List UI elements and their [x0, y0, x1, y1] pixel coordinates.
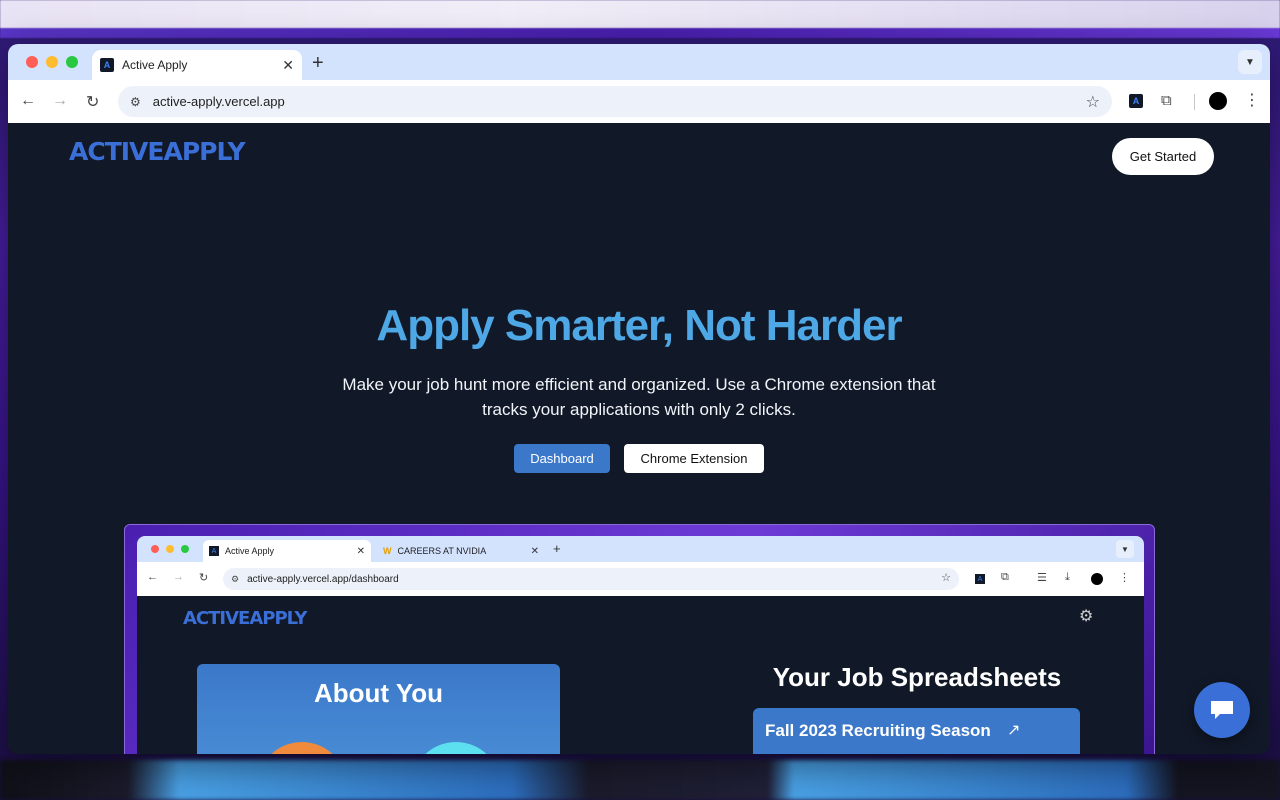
preview-new-tab-icon: + [553, 541, 561, 556]
chat-bubble-icon [1211, 701, 1233, 719]
preview-sheets-title: Your Job Spreadsheets [772, 662, 1062, 692]
preview-address-bar: ⚙ active-apply.vercel.app/dashboard ☆ [223, 568, 959, 590]
tab-strip: A Active Apply ✕ + ▼ [8, 44, 1270, 80]
preview-url: active-apply.vercel.app/dashboard [247, 573, 399, 585]
preview-toolbar: ← → ↻ ⚙ active-apply.vercel.app/dashboar… [137, 562, 1144, 596]
preview-download-icon: ⤓ [1065, 571, 1070, 583]
minimize-window-button[interactable] [46, 56, 58, 68]
reload-icon[interactable]: ↻ [86, 92, 99, 112]
preview-external-link-icon: ↗ [1007, 722, 1021, 739]
preview-site-settings-icon: ⚙ [231, 573, 240, 584]
browser-toolbar: ← → ↻ ⚙ active-apply.vercel.app ☆ A ⧉ ⋮ [8, 80, 1270, 123]
dashboard-button[interactable]: Dashboard [514, 444, 610, 473]
forward-arrow-icon[interactable]: → [52, 92, 68, 110]
bookmark-star-icon[interactable]: ☆ [1086, 92, 1100, 112]
preview-gear-icon: ⚙ [1079, 608, 1094, 625]
browser-menu-icon[interactable]: ⋮ [1244, 90, 1260, 110]
new-tab-icon[interactable]: + [312, 52, 324, 75]
url-text: active-apply.vercel.app [152, 94, 285, 109]
extensions-puzzle-icon[interactable]: ⧉ [1161, 92, 1172, 109]
preview-browser-window: A Active Apply ✕ W CAREERS AT NVIDIA ✕ +… [137, 536, 1144, 754]
preview-season-card: Fall 2023 Recruiting Season ↗ [753, 708, 1080, 754]
preview-logo: ACTIVEAPPLY [183, 608, 307, 629]
page-content: ACTIVEAPPLY Get Started Apply Smarter, N… [8, 123, 1270, 754]
tab-title: Active Apply [122, 58, 188, 72]
site-settings-icon[interactable]: ⚙ [130, 95, 141, 109]
desktop-bottom-backdrop [0, 760, 1280, 800]
desktop-top-backdrop [0, 0, 1280, 38]
chat-support-button[interactable] [1194, 682, 1250, 738]
preview-season-title: Fall 2023 Recruiting Season [765, 721, 991, 740]
preview-close-icon: ✕ [530, 545, 539, 557]
close-tab-icon[interactable]: ✕ [282, 57, 294, 74]
preview-tab-strip: A Active Apply ✕ W CAREERS AT NVIDIA ✕ +… [137, 536, 1144, 562]
preview-about-title: About You [313, 678, 443, 708]
preview-chevron-icon: ▼ [1116, 540, 1134, 558]
preview-dashboard-page: ACTIVEAPPLY ⚙ About You Your Job Spreads… [137, 596, 1144, 754]
preview-orange-chart-circle [257, 742, 347, 754]
preview-favicon-icon: A [209, 546, 219, 556]
preview-star-icon: ☆ [941, 572, 951, 584]
preview-red-dot [151, 545, 159, 553]
preview-about-card: About You [197, 664, 560, 754]
hero-title: Apply Smarter, Not Harder [376, 301, 902, 350]
preview-back-icon: ← [147, 571, 158, 583]
preview-green-dot [181, 545, 189, 553]
preview-tab-active-apply: A Active Apply ✕ [203, 540, 371, 562]
preview-close-icon: ✕ [356, 545, 365, 557]
back-arrow-icon[interactable]: ← [20, 92, 36, 110]
preview-cyan-chart-circle [411, 742, 501, 754]
get-started-button[interactable]: Get Started [1112, 138, 1214, 175]
profile-avatar[interactable] [1209, 92, 1227, 110]
preview-forward-icon: → [173, 571, 184, 583]
toolbar-divider [1194, 94, 1195, 110]
preview-profile-avatar [1091, 573, 1103, 585]
address-bar[interactable]: ⚙ active-apply.vercel.app ☆ [118, 86, 1112, 117]
preview-reload-icon: ↻ [199, 572, 209, 584]
close-window-button[interactable] [26, 56, 38, 68]
tab-search-chevron-icon[interactable]: ▼ [1238, 50, 1262, 74]
preview-tab-nvidia: W CAREERS AT NVIDIA ✕ [377, 540, 545, 562]
site-logo[interactable]: ACTIVEAPPLY [69, 137, 246, 166]
preview-workday-icon: W [383, 546, 392, 556]
preview-yellow-dot [166, 545, 174, 553]
maximize-window-button[interactable] [66, 56, 78, 68]
hero-subtitle: Make your job hunt more efficient and or… [342, 375, 936, 419]
dashboard-preview-image: A Active Apply ✕ W CAREERS AT NVIDIA ✕ +… [124, 524, 1155, 754]
preview-extension-icon: A [975, 574, 985, 584]
preview-menu-icon: ⋮ [1119, 572, 1130, 584]
browser-window: A Active Apply ✕ + ▼ ← → ↻ ⚙ active-appl… [8, 44, 1270, 754]
preview-reading-list-icon: ☰ [1037, 572, 1047, 584]
chrome-extension-button[interactable]: Chrome Extension [624, 444, 764, 473]
active-apply-favicon-icon: A [100, 58, 114, 72]
tab-active-apply[interactable]: A Active Apply ✕ [92, 50, 302, 80]
active-apply-extension-icon[interactable]: A [1129, 94, 1143, 108]
preview-tab1-title: Active Apply [225, 546, 275, 556]
preview-tab2-title: CAREERS AT NVIDIA [397, 546, 487, 556]
preview-puzzle-icon: ⧉ [1001, 571, 1009, 583]
